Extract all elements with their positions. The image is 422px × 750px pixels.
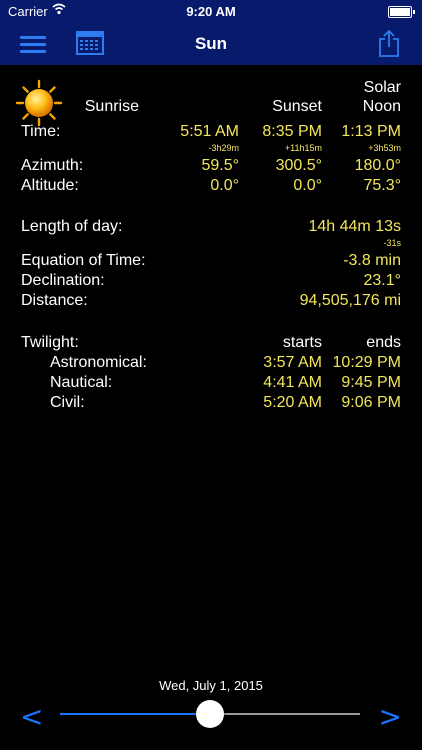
sunset-time: 8:35 PM [262, 123, 322, 140]
sunset-delta: +11h15m [284, 143, 322, 153]
nav-bar: Sun [0, 24, 422, 65]
azimuth-label: Azimuth: [21, 157, 84, 174]
sunset-azimuth: 300.5° [275, 157, 322, 174]
solar-noon-header-line1: Solar [363, 79, 401, 96]
sunrise-time: 5:51 AM [180, 123, 239, 140]
sunset-altitude: 0.0° [293, 177, 322, 194]
solar-noon-azimuth: 180.0° [354, 157, 401, 174]
sunrise-delta: -3h29m [208, 143, 239, 153]
solar-noon-delta: +3h53m [368, 143, 401, 153]
prev-day-button[interactable]: < [20, 700, 43, 733]
date-slider-fill [60, 713, 210, 715]
equation-of-time-label: Equation of Time: [21, 252, 146, 269]
civil-label: Civil: [50, 394, 85, 411]
twilight-label: Twilight: [21, 334, 79, 351]
nautical-starts: 4:41 AM [263, 374, 322, 391]
declination-value: 23.1° [363, 272, 401, 289]
next-day-button[interactable]: > [379, 700, 402, 733]
civil-ends: 9:06 PM [341, 394, 401, 411]
battery-icon [388, 6, 415, 18]
solar-noon-altitude: 75.3° [363, 177, 401, 194]
page-title: Sun [194, 34, 228, 53]
status-bar: Carrier 9:20 AM [0, 0, 422, 24]
twilight-ends-header: ends [366, 334, 401, 351]
nautical-label: Nautical: [50, 374, 113, 391]
civil-starts: 5:20 AM [263, 394, 322, 411]
length-of-day-value: 14h 44m 13s [308, 218, 401, 235]
date-slider-thumb[interactable] [196, 700, 224, 728]
declination-label: Declination: [21, 272, 105, 289]
sun-icon [15, 79, 63, 127]
altitude-label: Altitude: [21, 177, 79, 194]
status-time: 9:20 AM [186, 4, 236, 19]
astronomical-label: Astronomical: [50, 354, 147, 371]
length-of-day-delta: -31s [383, 238, 401, 248]
solar-noon-header-line2: Noon [362, 98, 401, 115]
astronomical-ends: 10:29 PM [332, 354, 401, 371]
date-label: Wed, July 1, 2015 [159, 678, 263, 693]
distance-value: 94,505,176 mi [299, 292, 401, 309]
distance-label: Distance: [21, 292, 88, 309]
astronomical-starts: 3:57 AM [263, 354, 322, 371]
solar-noon-time: 1:13 PM [341, 123, 401, 140]
time-label: Time: [21, 123, 61, 140]
sunrise-azimuth: 59.5° [201, 157, 239, 174]
length-of-day-label: Length of day: [21, 218, 123, 235]
sunrise-altitude: 0.0° [210, 177, 239, 194]
twilight-starts-header: starts [282, 334, 322, 351]
equation-of-time-value: -3.8 min [343, 252, 401, 269]
share-icon[interactable] [378, 29, 400, 57]
sunrise-header: Sunrise [84, 98, 139, 115]
sunset-header: Sunset [272, 98, 322, 115]
nautical-ends: 9:45 PM [341, 374, 401, 391]
